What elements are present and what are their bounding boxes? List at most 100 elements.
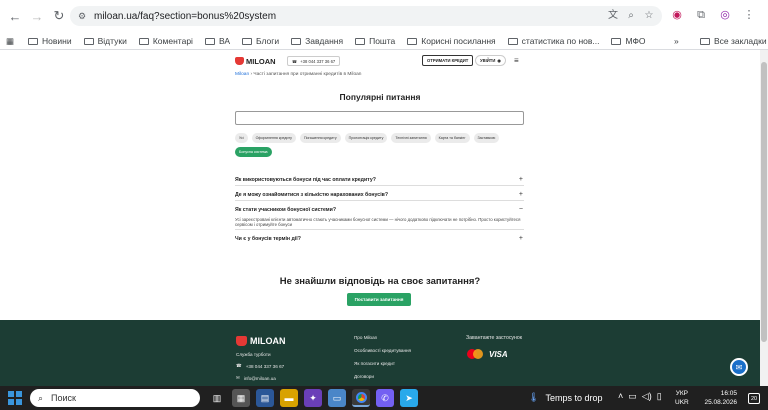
footer-link[interactable]: Про Miloan [354, 335, 377, 340]
faq-question: Де я можу ознайомитися з кількістю нарах… [235, 192, 388, 198]
faq-item[interactable]: Чи є у бонусів термін дії? + [235, 233, 524, 244]
faq-list: Як використовуються бонуси під час оплат… [235, 174, 524, 244]
footer-link[interactable]: Як погасити кредит [354, 361, 395, 366]
category-chip-cards[interactable]: Карта та банкінг [434, 133, 470, 143]
phone-icon: ☎ [292, 58, 298, 64]
folder-icon [611, 37, 622, 45]
notifications-badge[interactable]: 20 [748, 393, 760, 404]
bookmark-item[interactable]: Завдання [291, 36, 343, 46]
battery-icon[interactable]: ▯ [657, 391, 662, 402]
search-icon: ⌕ [38, 392, 44, 403]
bookmarks-overflow-icon[interactable]: » [674, 36, 679, 46]
bookmark-item[interactable]: Коментарі [138, 36, 193, 46]
category-chip-repayment[interactable]: Погашення кредиту [299, 133, 341, 143]
not-found-title: Не знайшли відповідь на своє запитання? [279, 276, 481, 287]
plus-icon[interactable]: + [519, 176, 523, 183]
address-bar[interactable]: ⚙ miloan.ua/faq?section=bonus%20system 文… [70, 6, 662, 26]
faq-item[interactable]: Як використовуються бонуси під час оплат… [235, 174, 524, 186]
zoom-icon[interactable]: ⌕ [624, 9, 638, 23]
folder-icon [242, 37, 252, 45]
network-icon[interactable]: ▭ [628, 391, 637, 402]
footer-phone[interactable]: ☎ +38 044 337 36 67 [236, 363, 284, 369]
breadcrumb-home-link[interactable]: Miloan [235, 72, 249, 77]
footer-email[interactable]: ✉ info@miloan.ua [236, 375, 276, 381]
extensions-puzzle-icon[interactable]: ⧉ [694, 8, 708, 22]
bookmark-item[interactable]: Блоги [242, 36, 279, 46]
chevron-up-icon[interactable]: ˄ [618, 391, 623, 402]
apps-grid-icon[interactable]: ▦ [6, 36, 14, 47]
bookmark-item[interactable]: МФО [611, 36, 646, 46]
forward-icon[interactable]: → [26, 5, 48, 27]
all-bookmarks-button[interactable]: Все закладки [700, 36, 767, 46]
browser-chrome: ← → ↻ ⚙ miloan.ua/faq?section=bonus%20sy… [0, 0, 768, 50]
site-logo[interactable]: MILOAN [235, 57, 276, 66]
footer-link[interactable]: Договори [354, 374, 374, 379]
web-page: MILOAN ☎ +38 044 337 36 67 ОТРИМАТИ КРЕД… [0, 50, 760, 386]
page-scrollbar[interactable] [760, 50, 768, 386]
faq-item-open[interactable]: Як стати учасником бонусної системи? − У… [235, 204, 524, 231]
folder-icon [28, 37, 39, 45]
chrome-icon[interactable] [352, 389, 370, 407]
translate-icon[interactable]: 文 [606, 9, 620, 23]
task-view-icon[interactable]: ▥ [208, 389, 226, 407]
back-icon[interactable]: ← [4, 5, 26, 27]
hamburger-menu-icon[interactable]: ≡ [514, 56, 519, 65]
faq-item[interactable]: Де я можу ознайомитися з кількістю нарах… [235, 189, 524, 201]
profile-icon[interactable]: ◎ [718, 8, 732, 22]
phone-icon: ☎ [236, 363, 242, 368]
bookmark-item[interactable]: Корисні посилання [407, 36, 496, 46]
telegram-icon[interactable]: ➤ [400, 389, 418, 407]
file-explorer-icon[interactable]: ▬ [280, 389, 298, 407]
weather-widget[interactable]: 🌡 Temps to drop [528, 392, 602, 403]
phone-button[interactable]: ☎ +38 044 337 36 67 [287, 56, 341, 66]
browser-navbar: ← → ↻ ⚙ miloan.ua/faq?section=bonus%20sy… [0, 0, 768, 32]
bookmark-item[interactable]: статистика по нов... [507, 36, 599, 46]
login-button[interactable]: УВІЙТИ ◉ [475, 55, 507, 66]
plus-icon[interactable]: + [519, 235, 523, 242]
get-credit-button[interactable]: ОТРИМАТИ КРЕДИТ [422, 55, 474, 66]
folder-icon [83, 37, 94, 45]
category-chip-registration[interactable]: Оформлення кредиту [251, 133, 296, 143]
notepad-icon[interactable]: ▭ [328, 389, 346, 407]
url-text: miloan.ua/faq?section=bonus%20system [94, 10, 277, 22]
page-title: Популярні питання [339, 92, 421, 102]
taskbar-search[interactable]: ⌕ Поиск [30, 389, 200, 407]
copilot-icon[interactable]: ✦ [304, 389, 322, 407]
footer-logo[interactable]: MILOAN [236, 336, 286, 346]
language-indicator[interactable]: УКР UKR [675, 389, 689, 407]
bookmark-item[interactable]: ВА [204, 36, 230, 46]
user-icon: ◉ [497, 58, 502, 63]
clock[interactable]: 16:05 25.08.2026 [697, 389, 737, 407]
ask-question-button[interactable]: Поставити запитання [347, 293, 411, 306]
volume-icon[interactable]: ◁) [642, 391, 652, 402]
breadcrumb: Miloan › Часті запитання при отриманні к… [235, 72, 361, 77]
faq-search-input[interactable] [235, 111, 524, 125]
windows-taskbar: ⌕ Поиск ▥ ▦ ▤ ▬ ✦ ▭ ✆ ➤ 🌡 Temps to drop … [0, 386, 768, 410]
scrollbar-thumb[interactable] [761, 62, 767, 342]
extension-icon[interactable]: ◉ [670, 8, 684, 22]
folder-icon [204, 37, 215, 45]
plus-icon[interactable]: + [519, 191, 523, 198]
store-icon[interactable]: ▦ [232, 389, 250, 407]
minus-icon[interactable]: − [519, 206, 523, 213]
bookmark-star-icon[interactable]: ☆ [642, 9, 656, 23]
folder-icon [507, 37, 518, 45]
browser-menu-icon[interactable]: ⋮ [742, 8, 756, 22]
category-chip-app[interactable]: Заставкою [473, 133, 500, 143]
site-info-icon[interactable]: ⚙ [78, 11, 88, 21]
category-chip-prolongation[interactable]: Пролонгація кредиту [344, 133, 388, 143]
viber-icon[interactable]: ✆ [376, 389, 394, 407]
footer-link[interactable]: Особливості кредитування [354, 348, 411, 353]
folder-icon [138, 37, 149, 45]
bookmark-item[interactable]: Пошта [355, 36, 395, 46]
category-chip-technical[interactable]: Технічні запитання [391, 133, 431, 143]
chat-widget-icon[interactable]: ✉ [730, 358, 748, 376]
bookmark-item[interactable]: Відтуки [83, 36, 127, 46]
calculator-icon[interactable]: ▤ [256, 389, 274, 407]
category-chip-all[interactable]: Усі [235, 133, 248, 143]
folder-icon [291, 37, 302, 45]
category-chip-bonus[interactable]: Бонусна система [235, 147, 272, 157]
windows-start-icon[interactable] [8, 391, 22, 405]
reload-icon[interactable]: ↻ [48, 5, 70, 27]
bookmark-item[interactable]: Новини [28, 36, 72, 46]
